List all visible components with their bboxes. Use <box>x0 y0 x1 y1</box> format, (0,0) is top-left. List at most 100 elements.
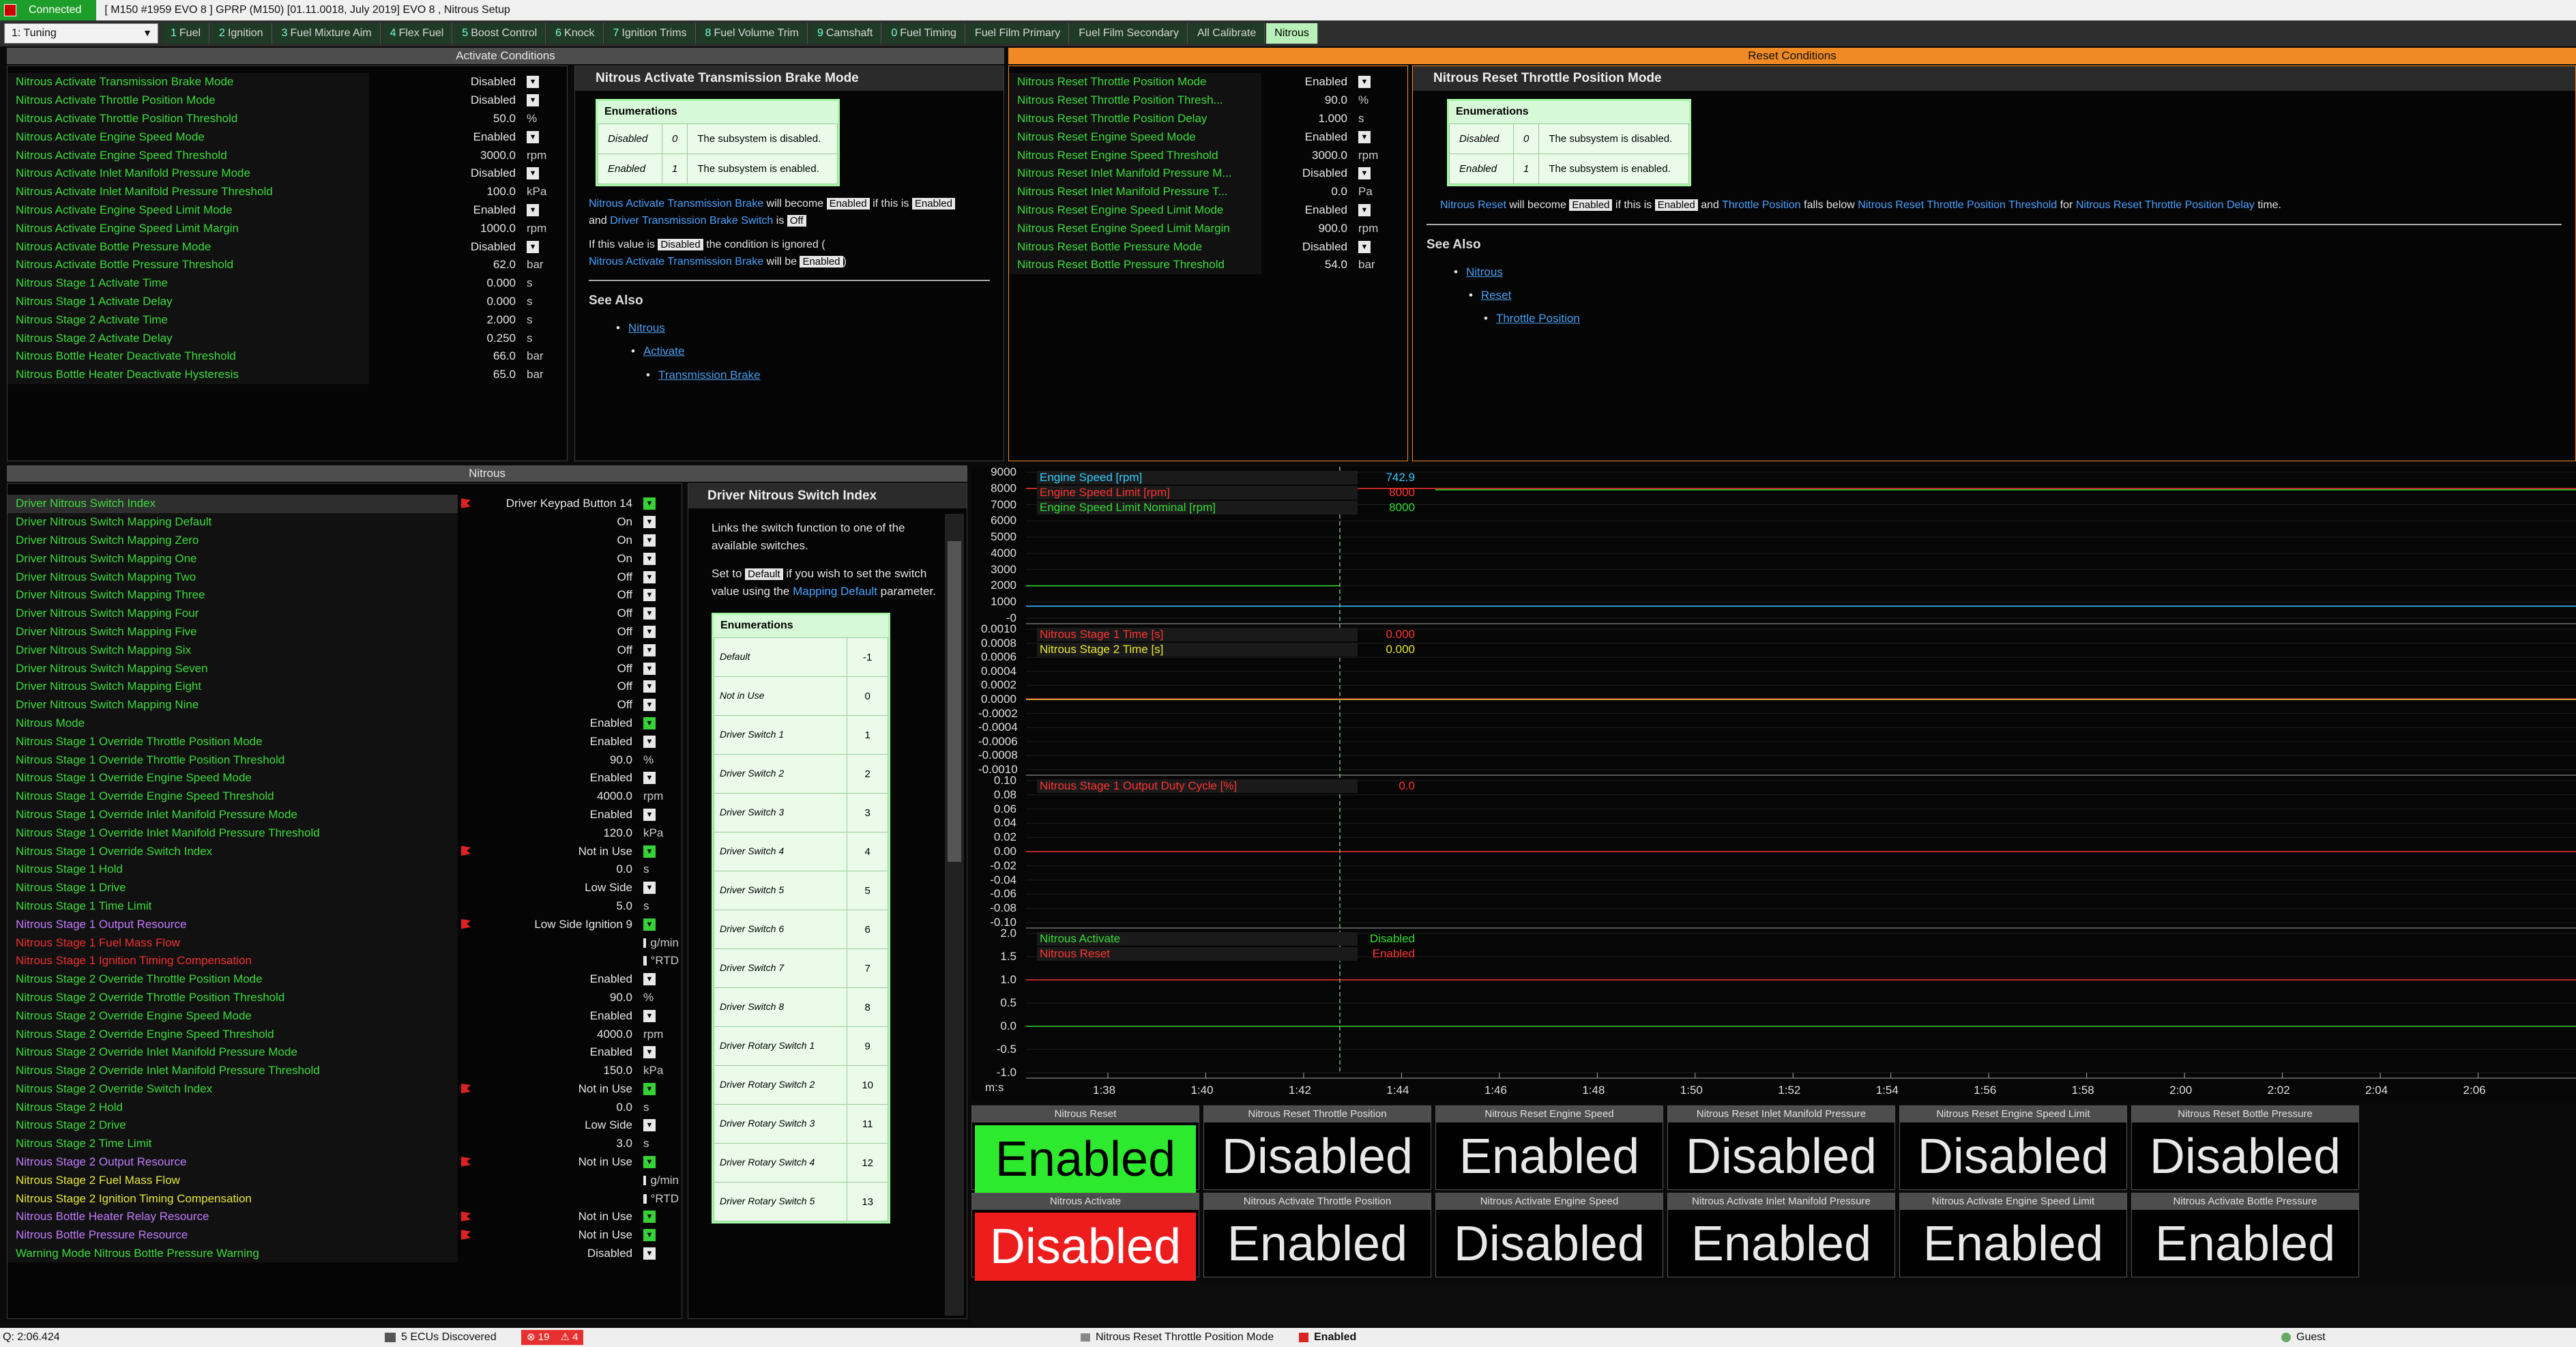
param-row[interactable]: Nitrous Activate Bottle Pressure Mode Dis… <box>8 237 567 256</box>
error-count[interactable]: ⊗ 19 <box>521 1330 555 1345</box>
param-value[interactable]: Enabled <box>385 130 521 144</box>
param-row[interactable]: Nitrous Reset Inlet Manifold Pressure T.… <box>1009 182 1407 201</box>
dropdown-icon[interactable]: ▼ <box>643 662 656 675</box>
param-value[interactable]: Off <box>474 625 638 639</box>
dropdown-icon[interactable]: ▼ <box>527 94 540 107</box>
dropdown-icon[interactable]: ▼ <box>1358 167 1371 180</box>
link-reset-tp-delay[interactable]: Nitrous Reset Throttle Position Delay <box>2076 199 2255 211</box>
dropdown-icon[interactable]: ▼ <box>527 240 540 253</box>
param-row[interactable]: Nitrous Bottle Heater Relay Resource Not … <box>8 1208 682 1226</box>
tab-fuel-volume-trim[interactable]: 8 Fuel Volume Trim <box>697 23 808 44</box>
link-mapping-default[interactable]: Mapping Default <box>793 585 877 598</box>
param-value[interactable]: Driver Keypad Button 14 <box>474 497 638 510</box>
param-row[interactable]: Nitrous Stage 1 Output Resource Low Side … <box>8 915 682 934</box>
param-row[interactable]: Nitrous Stage 1 Ignition Timing Compensa… <box>8 951 682 970</box>
fault-counters[interactable]: ⊗ 19 ⚠ 4 <box>521 1330 1081 1345</box>
param-row[interactable]: Nitrous Stage 2 Override Switch Index Not… <box>8 1080 682 1099</box>
dropdown-icon[interactable]: ▼ <box>527 203 540 216</box>
param-value[interactable]: Not in Use <box>474 1210 638 1223</box>
param-row[interactable]: Nitrous Stage 1 Hold 0.0 s <box>8 860 682 879</box>
param-value[interactable]: 4000.0 <box>474 790 638 803</box>
param-value[interactable]: Off <box>474 588 638 602</box>
param-row[interactable]: Nitrous Stage 1 Fuel Mass Flow g/min <box>8 933 682 952</box>
param-value[interactable]: Off <box>474 570 638 584</box>
param-row[interactable]: Driver Nitrous Switch Mapping Zero On ▼ <box>8 531 682 550</box>
param-row[interactable]: Nitrous Activate Engine Speed Limit Mode… <box>8 201 567 220</box>
param-value[interactable]: Off <box>474 662 638 676</box>
param-value[interactable]: Enabled <box>474 735 638 749</box>
param-row[interactable]: Nitrous Stage 2 Activate Time 2.000 s <box>8 310 567 330</box>
param-value[interactable]: 2.000 <box>385 313 521 327</box>
param-value[interactable]: 0.250 <box>385 332 521 345</box>
dropdown-icon[interactable]: ▼ <box>643 643 656 656</box>
tab-boost-control[interactable]: 5 Boost Control <box>454 23 546 44</box>
param-value[interactable]: 1000.0 <box>385 222 521 235</box>
link-activate-transmission-brake-2[interactable]: Nitrous Activate Transmission Brake <box>589 256 763 267</box>
param-row[interactable]: Nitrous Activate Throttle Position Mode D… <box>8 91 567 110</box>
link-transmission-brake[interactable]: Transmission Brake <box>658 368 761 381</box>
link-reset[interactable]: Reset <box>1481 289 1511 302</box>
param-value[interactable]: 120.0 <box>474 826 638 840</box>
param-value[interactable]: 3000.0 <box>385 149 521 162</box>
param-row[interactable]: Nitrous Stage 2 Time Limit 3.0 s <box>8 1134 682 1153</box>
tab-fuel-mixture-aim[interactable]: 3 Fuel Mixture Aim <box>273 23 381 44</box>
param-row[interactable]: Nitrous Stage 1 Override Throttle Positi… <box>8 732 682 751</box>
param-value[interactable]: 50.0 <box>385 112 521 126</box>
help-scrollbar[interactable] <box>945 514 964 1316</box>
param-value[interactable]: On <box>474 534 638 547</box>
param-value[interactable]: Enabled <box>1278 203 1353 217</box>
dropdown-icon[interactable]: ▼ <box>643 1229 656 1242</box>
param-row[interactable]: Nitrous Reset Bottle Pressure Mode Disabl… <box>1009 237 1407 256</box>
param-value[interactable]: 0.0 <box>474 1101 638 1114</box>
link-activate-transmission-brake[interactable]: Nitrous Activate Transmission Brake <box>589 198 763 209</box>
param-value[interactable]: 90.0 <box>474 753 638 767</box>
param-row[interactable]: Nitrous Stage 2 Fuel Mass Flow g/min <box>8 1171 682 1190</box>
tab-knock[interactable]: 6 Knock <box>547 23 604 44</box>
param-row[interactable]: Nitrous Reset Throttle Position Thresh..… <box>1009 91 1407 110</box>
dropdown-icon[interactable]: ▼ <box>643 680 656 693</box>
dropdown-icon[interactable]: ▼ <box>1358 240 1371 253</box>
dropdown-icon[interactable]: ▼ <box>643 772 656 785</box>
param-row[interactable]: Driver Nitrous Switch Mapping Nine Off ▼ <box>8 695 682 714</box>
connection-status[interactable]: Connected <box>0 0 97 20</box>
param-row[interactable]: Driver Nitrous Switch Mapping Two Off ▼ <box>8 568 682 586</box>
param-value[interactable]: Low Side Ignition 9 <box>474 918 638 931</box>
time-graph[interactable]: 9000 8000 7000 6000 5000 4000 3000 2000 1000 -0 En… <box>971 465 2576 1103</box>
param-row[interactable]: Nitrous Activate Bottle Pressure Thresho… <box>8 255 567 274</box>
param-value[interactable]: On <box>474 515 638 529</box>
param-row[interactable]: Nitrous Stage 2 Override Throttle Positi… <box>8 988 682 1007</box>
dropdown-icon[interactable]: ▼ <box>643 716 656 729</box>
param-value[interactable]: 3000.0 <box>1278 149 1353 162</box>
param-row[interactable]: Nitrous Stage 1 Activate Delay 0.000 s <box>8 292 567 311</box>
dropdown-icon[interactable]: ▼ <box>643 918 656 931</box>
table-icon[interactable] <box>643 1193 647 1204</box>
warning-count[interactable]: ⚠ 4 <box>555 1330 584 1345</box>
param-value[interactable]: Disabled <box>1278 240 1353 254</box>
param-value[interactable]: 0.000 <box>385 276 521 290</box>
dropdown-icon[interactable]: ▼ <box>643 973 656 986</box>
dropdown-icon[interactable]: ▼ <box>643 699 656 712</box>
param-value[interactable]: 900.0 <box>1278 222 1353 235</box>
param-value[interactable]: Not in Use <box>474 1228 638 1242</box>
dropdown-icon[interactable]: ▼ <box>643 534 656 547</box>
param-value[interactable]: Enabled <box>474 1045 638 1059</box>
param-value[interactable]: Not in Use <box>474 1155 638 1169</box>
param-value[interactable]: 90.0 <box>474 991 638 1004</box>
dropdown-icon[interactable]: ▼ <box>643 625 656 638</box>
param-value[interactable]: Not in Use <box>474 1082 638 1096</box>
link-activate[interactable]: Activate <box>643 345 684 358</box>
param-value[interactable]: 0.0 <box>1278 185 1353 199</box>
param-row[interactable]: Nitrous Activate Transmission Brake Mode… <box>8 73 567 91</box>
tab-camshaft[interactable]: 9 Camshaft <box>808 23 882 44</box>
dropdown-icon[interactable]: ▼ <box>643 516 656 529</box>
ecus-discovered[interactable]: 5 ECUs Discovered <box>385 1331 521 1344</box>
dropdown-icon[interactable]: ▼ <box>643 808 656 821</box>
tab-nitrous[interactable]: Nitrous <box>1266 23 1318 44</box>
dropdown-icon[interactable]: ▼ <box>643 607 656 620</box>
param-row[interactable]: Nitrous Stage 1 Override Switch Index Not… <box>8 842 682 860</box>
param-row[interactable]: Driver Nitrous Switch Mapping One On ▼ <box>8 549 682 568</box>
param-row[interactable]: Nitrous Reset Engine Speed Limit Margin 9… <box>1009 219 1407 238</box>
dropdown-icon[interactable]: ▼ <box>643 1009 656 1022</box>
param-value[interactable]: Enabled <box>385 203 521 217</box>
param-row[interactable]: Nitrous Mode Enabled ▼ <box>8 714 682 733</box>
